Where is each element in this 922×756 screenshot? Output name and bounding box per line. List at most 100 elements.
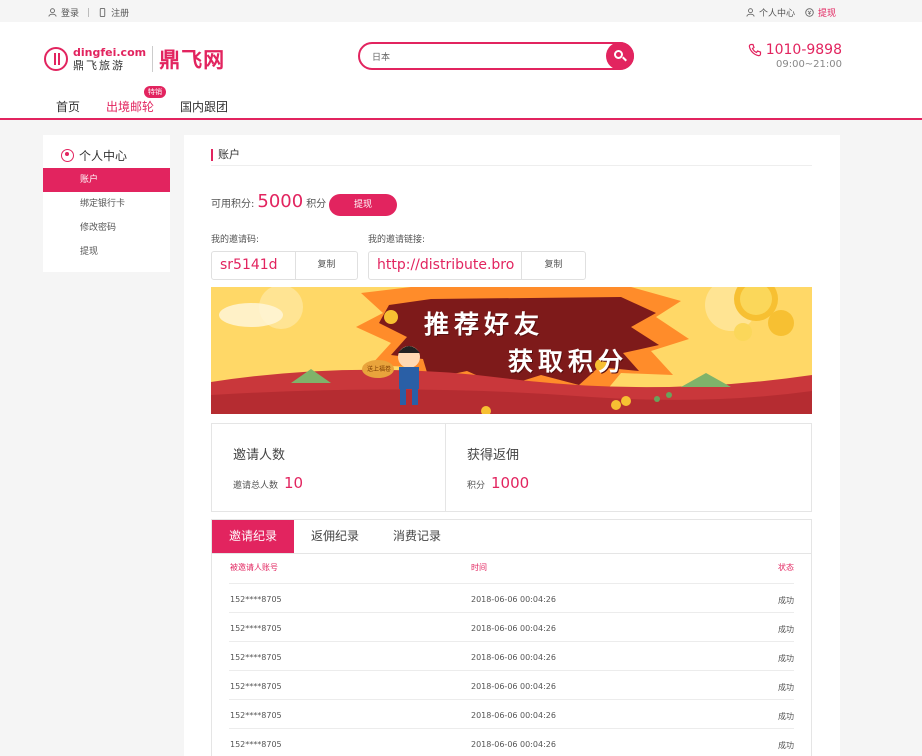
top-separator: | xyxy=(87,7,91,18)
row-time: 2018-06-06 00:04:26 xyxy=(471,624,556,633)
invite-stats: 邀请人数 邀请总人数 10 获得返佣 积分 1000 xyxy=(211,423,812,512)
sidebar-item-bind-card[interactable]: 绑定银行卡 xyxy=(43,192,170,216)
nav-item-cruise[interactable]: 出境邮轮 特销 xyxy=(106,86,167,115)
top-bar-right: 个人中心 提现 xyxy=(746,6,836,19)
invite-total-value: 10 xyxy=(284,474,304,492)
points-unit: 积分 xyxy=(306,199,327,210)
user-center-icon xyxy=(746,8,755,17)
row-status: 成功 xyxy=(778,625,794,634)
table-row: 152****8705 2018-06-06 00:04:26 成功 xyxy=(229,641,794,670)
main-nav: 首页 出境邮轮 特销 国内跟团 xyxy=(56,86,228,115)
search-button[interactable] xyxy=(606,42,634,70)
rebate-panel: 获得返佣 积分 1000 xyxy=(445,424,745,511)
table-row: 152****8705 2018-06-06 00:04:26 成功 xyxy=(229,612,794,641)
rebate-value: 1000 xyxy=(491,474,530,492)
sidebar-title-label: 个人中心 xyxy=(79,149,128,163)
row-account: 152****8705 xyxy=(230,711,282,720)
row-account: 152****8705 xyxy=(230,740,282,749)
sidebar-item-withdraw[interactable]: 提现 xyxy=(43,240,170,264)
logo-brand: 鼎飞网 xyxy=(159,48,226,72)
tab-consumption-records[interactable]: 消费记录 xyxy=(376,520,458,553)
invite-count-title: 邀请人数 xyxy=(233,448,286,463)
row-time: 2018-06-06 00:04:26 xyxy=(471,740,556,749)
column-header-status: 状态 xyxy=(778,563,794,572)
nav-item-cruise-label: 出境邮轮 xyxy=(106,100,155,114)
row-status: 成功 xyxy=(778,712,794,721)
logo-mark-icon xyxy=(44,47,68,71)
sidebar-item-account[interactable]: 账户 xyxy=(43,168,170,192)
points-value: 5000 xyxy=(257,191,304,212)
copy-invite-code-button[interactable]: 复制 xyxy=(295,252,357,279)
user-circle-icon xyxy=(61,149,74,162)
invite-link-label: 我的邀请链接: xyxy=(368,235,426,245)
invite-code-label: 我的邀请码: xyxy=(211,235,260,245)
row-time: 2018-06-06 00:04:26 xyxy=(471,595,556,604)
banner-headline-1: 推荐好友 xyxy=(424,310,545,339)
sidebar-item-change-password[interactable]: 修改密码 xyxy=(43,216,170,240)
page-title: 账户 xyxy=(211,149,240,161)
user-icon xyxy=(48,8,57,17)
rebate-label: 积分 xyxy=(467,481,486,491)
table-row: 152****8705 2018-06-06 00:04:26 成功 xyxy=(229,728,794,756)
nav-item-home[interactable]: 首页 xyxy=(56,98,80,115)
row-account: 152****8705 xyxy=(230,682,282,691)
service-hours: 09:00~21:00 xyxy=(775,59,842,70)
promo-banner: 推荐好友 获取积分 送上福卷 xyxy=(211,287,812,414)
search-box xyxy=(358,42,634,70)
withdraw-link[interactable]: 提现 xyxy=(818,6,836,19)
row-account: 152****8705 xyxy=(230,653,282,662)
invite-code-box: sr5141d 复制 xyxy=(211,251,358,280)
top-bar: 登录 | 注册 个人中心 提现 xyxy=(0,0,922,22)
user-center-link[interactable]: 个人中心 xyxy=(759,6,795,19)
column-header-time: 时间 xyxy=(471,563,487,572)
account-sidebar: 个人中心 账户 绑定银行卡 修改密码 提现 xyxy=(43,135,170,272)
row-status: 成功 xyxy=(778,683,794,692)
points-label: 可用积分: xyxy=(211,199,255,210)
withdraw-button[interactable]: 提现 xyxy=(329,194,397,216)
tab-rebate-records[interactable]: 返佣纪录 xyxy=(294,520,376,553)
invite-link-value: http://distribute.bro xyxy=(377,257,515,273)
row-status: 成功 xyxy=(778,596,794,605)
row-time: 2018-06-06 00:04:26 xyxy=(471,682,556,691)
logo-name: 鼎飞旅游 xyxy=(73,59,125,72)
site-logo[interactable]: dingfei.com 鼎飞旅游 鼎飞网 xyxy=(44,44,225,74)
site-header: dingfei.com 鼎飞旅游 鼎飞网 1010-9898 09:00~21:… xyxy=(0,22,922,120)
banner-headline-2: 获取积分 xyxy=(508,347,629,376)
banner-bubble-text: 送上福卷 xyxy=(367,366,392,373)
invite-total-label: 邀请总人数 xyxy=(233,481,279,491)
phone-icon xyxy=(748,43,761,57)
top-bar-left: 登录 | 注册 xyxy=(48,6,129,19)
copy-invite-link-button[interactable]: 复制 xyxy=(521,252,585,279)
row-status: 成功 xyxy=(778,654,794,663)
withdraw-icon xyxy=(805,8,814,17)
table-row: 152****8705 2018-06-06 00:04:26 成功 xyxy=(229,583,794,612)
tab-invite-records[interactable]: 邀请纪录 xyxy=(212,520,295,553)
invite-code-value: sr5141d xyxy=(220,257,278,273)
records-tabs: 邀请纪录 返佣纪录 消费记录 xyxy=(212,520,811,554)
hot-sale-badge: 特销 xyxy=(144,86,167,98)
title-divider xyxy=(211,165,812,166)
row-account: 152****8705 xyxy=(230,595,282,604)
login-link[interactable]: 登录 xyxy=(61,6,79,19)
logo-divider xyxy=(152,46,154,72)
row-time: 2018-06-06 00:04:26 xyxy=(471,653,556,662)
rebate-title: 获得返佣 xyxy=(467,448,520,463)
table-row: 152****8705 2018-06-06 00:04:26 成功 xyxy=(229,670,794,699)
table-row: 152****8705 2018-06-06 00:04:26 成功 xyxy=(229,699,794,728)
row-time: 2018-06-06 00:04:26 xyxy=(471,711,556,720)
search-input[interactable] xyxy=(372,48,592,64)
mobile-icon xyxy=(99,8,106,17)
column-header-account: 被邀请人账号 xyxy=(230,563,278,572)
contact-phone: 1010-9898 09:00~21:00 xyxy=(748,42,842,70)
available-points: 可用积分: 5000 积分 xyxy=(211,191,326,212)
row-account: 152****8705 xyxy=(230,624,282,633)
register-link[interactable]: 注册 xyxy=(111,6,129,19)
nav-item-domestic-tour[interactable]: 国内跟团 xyxy=(180,98,228,115)
sidebar-title: 个人中心 xyxy=(61,147,127,164)
logo-domain: dingfei.com xyxy=(73,46,147,59)
row-status: 成功 xyxy=(778,741,794,750)
phone-number: 1010-9898 xyxy=(765,42,842,58)
records-panel: 邀请纪录 返佣纪录 消费记录 被邀请人账号 时间 状态 152****8705 … xyxy=(211,519,812,756)
invite-link-box: http://distribute.bro 复制 xyxy=(368,251,586,280)
account-main: 账户 可用积分: 5000 积分 提现 我的邀请码: sr5141d 复制 我的… xyxy=(184,135,840,756)
